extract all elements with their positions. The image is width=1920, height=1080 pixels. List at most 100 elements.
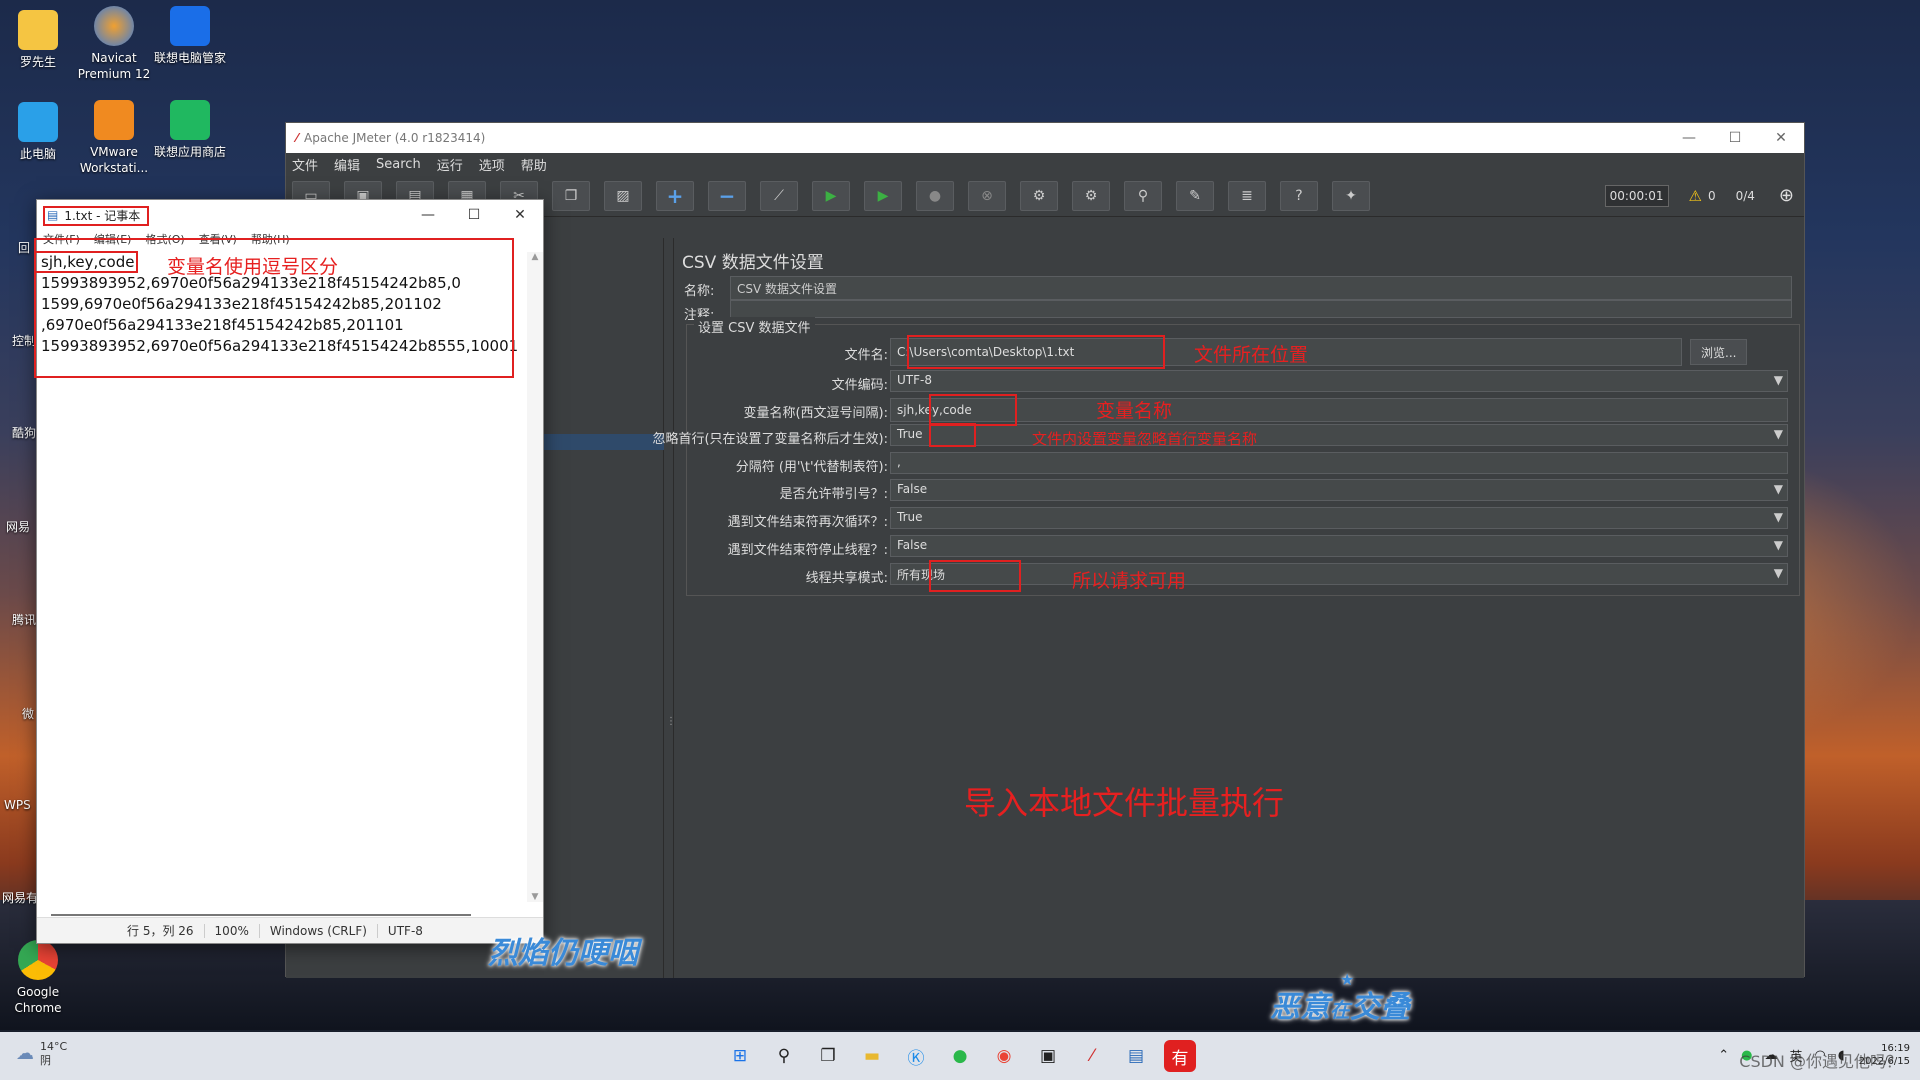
wechat-icon[interactable]: ● (944, 1040, 976, 1072)
chevron-down-icon[interactable]: ▼ (1774, 373, 1783, 387)
name-label: 名称: (684, 284, 715, 299)
taskbar: ☁ 14°C 阴 ⊞ ⚲ ❐ ▬ Ⓚ ● ◉ ▣ ⁄ ▤ 有 ⌃ ● ☁ 英 ◠… (0, 1032, 1920, 1080)
delimiter-label: 分隔符 (用'\t'代替制表符): (735, 460, 888, 475)
highlight-notepad-title (43, 206, 149, 226)
annotation-share-mode: 所以请求可用 (1072, 570, 1187, 592)
file-explorer-icon[interactable]: ▬ (856, 1040, 888, 1072)
menu-edit[interactable]: 编辑 (334, 155, 360, 174)
highlight-sharing-mode (929, 560, 1021, 592)
desktop-icon-label: 联想应用商店 (153, 145, 226, 159)
task-view-icon[interactable]: ❐ (812, 1040, 844, 1072)
start-no-pause-icon[interactable]: ▶ (864, 180, 902, 211)
menu-help[interactable]: 帮助 (521, 155, 547, 174)
filename-label: 文件名: (844, 348, 888, 363)
annotation-file-location: 文件所在位置 (1194, 344, 1309, 366)
menu-file[interactable]: 文件 (292, 155, 318, 174)
start-icon[interactable]: ▶ (812, 180, 850, 211)
windows-start-icon[interactable]: ⊞ (724, 1040, 756, 1072)
collapse-icon[interactable]: − (708, 180, 746, 211)
netease-icon[interactable]: 有 (1164, 1040, 1196, 1072)
varnames-input[interactable]: sjh,key,code (890, 398, 1788, 422)
globe-icon[interactable]: ⊕ (1779, 185, 1794, 206)
toggle-icon[interactable]: ⟋ (760, 180, 798, 211)
desktop-icon-vmware[interactable]: VMware Workstati... (76, 100, 152, 176)
chevron-down-icon[interactable]: ▼ (1774, 538, 1783, 552)
desktop-icon-navicat[interactable]: Navicat Premium 12 (76, 6, 152, 82)
close-icon[interactable]: ✕ (1758, 130, 1804, 146)
horizontal-scrollbar[interactable] (51, 914, 471, 916)
desktop-icon-label: Google Chrome (14, 985, 62, 1015)
clear-icon[interactable]: ⚙ (1020, 180, 1058, 211)
allow-quoted-value: False (897, 482, 928, 496)
taskbar-apps: ⊞ ⚲ ❐ ▬ Ⓚ ● ◉ ▣ ⁄ ▤ 有 (724, 1040, 1208, 1072)
jmeter-titlebar[interactable]: ⁄ Apache JMeter (4.0 r1823414) — ☐ ✕ (286, 123, 1804, 153)
stop-eof-select[interactable]: False ▼ (890, 535, 1788, 557)
weather-widget[interactable]: ☁ 14°C 阴 (16, 1040, 67, 1068)
vertical-scrollbar[interactable]: ▲ ▼ (527, 252, 543, 902)
chevron-up-icon[interactable]: ⌃ (1718, 1048, 1729, 1063)
ignore-first-select[interactable]: True ▼ (890, 424, 1788, 446)
stop-eof-value: False (897, 538, 928, 552)
jmeter-menubar: 文件 编辑 Search 运行 选项 帮助 (286, 153, 1804, 175)
desktop-icon-this-pc[interactable]: 此电脑 (0, 102, 76, 162)
browse-button[interactable]: 浏览... (1690, 339, 1748, 365)
help-icon[interactable]: ? (1280, 180, 1318, 211)
desktop-icon-chrome[interactable]: Google Chrome (0, 940, 76, 1016)
elapsed-timer: 00:00:01 (1604, 184, 1669, 207)
notepad-icon[interactable]: ▤ (1120, 1040, 1152, 1072)
chrome-icon[interactable]: ◉ (988, 1040, 1020, 1072)
annotation-var-name: 变量名称 (1096, 400, 1173, 422)
delimiter-input[interactable]: , (890, 452, 1788, 474)
comment-input[interactable] (730, 300, 1792, 318)
clear-all-icon[interactable]: ⚙ (1072, 180, 1110, 211)
chrome-icon (18, 940, 58, 980)
desktop-icon-lenovo-manager[interactable]: 联想电脑管家 (152, 6, 228, 66)
chevron-down-icon[interactable]: ▼ (1774, 482, 1783, 496)
watermark-left: 烈焰仍哽咽 (488, 936, 638, 971)
stop-icon[interactable]: ● (916, 180, 954, 211)
csv-config-panel: CSV 数据文件设置 名称: CSV 数据文件设置 注释: 设置 CSV 数据文… (652, 238, 1804, 978)
jmeter-title: Apache JMeter (4.0 r1823414) (304, 131, 486, 145)
menu-options[interactable]: 选项 (479, 155, 505, 174)
paste-icon[interactable]: ▨ (604, 180, 642, 211)
navicat-icon (94, 6, 134, 46)
search-icon[interactable]: ⚲ (1124, 180, 1162, 211)
sharing-mode-select[interactable]: 所有现场 ▼ (890, 563, 1788, 585)
recycle-eof-select[interactable]: True ▼ (890, 507, 1788, 529)
close-icon[interactable]: ✕ (497, 207, 543, 223)
reset-search-icon[interactable]: ✎ (1176, 180, 1214, 211)
maximize-icon[interactable]: ☐ (1712, 130, 1758, 146)
warning-icon[interactable]: ⚠ (1689, 187, 1702, 205)
menu-search[interactable]: Search (376, 157, 421, 172)
maximize-icon[interactable]: ☐ (451, 207, 497, 223)
desktop-icon-label: Navicat Premium 12 (77, 51, 151, 81)
terminal-icon[interactable]: ▣ (1032, 1040, 1064, 1072)
highlight-ignore-first (929, 423, 976, 447)
line-ending: Windows (CRLF) (258, 923, 377, 938)
desktop-icon-lenovo-store[interactable]: 联想应用商店 (152, 100, 228, 160)
chevron-down-icon[interactable]: ▼ (1774, 566, 1783, 580)
store-icon (170, 100, 210, 140)
shutdown-icon[interactable]: ⊗ (968, 180, 1006, 211)
copy-icon[interactable]: ❐ (552, 180, 590, 211)
chevron-down-icon[interactable]: ▼ (1774, 510, 1783, 524)
chevron-down-icon[interactable]: ▼ (1774, 427, 1783, 441)
watermark-right: 恶意在交叠 ★ (1270, 970, 1410, 1026)
function-helper-icon[interactable]: ≣ (1228, 180, 1266, 211)
allow-quoted-select[interactable]: False ▼ (890, 479, 1788, 501)
minimize-icon[interactable]: — (1666, 130, 1712, 146)
search-icon[interactable]: ⚲ (768, 1040, 800, 1072)
expand-icon[interactable]: + (656, 180, 694, 211)
kugou-icon[interactable]: Ⓚ (900, 1040, 932, 1072)
remote-icon[interactable]: ✦ (1332, 180, 1370, 211)
jmeter-feather-icon[interactable]: ⁄ (1076, 1040, 1108, 1072)
encoding-select[interactable]: UTF-8 ▼ (890, 370, 1788, 392)
allow-quoted-label: 是否允许带引号？: (779, 487, 888, 502)
minimize-icon[interactable]: — (405, 207, 451, 223)
csdn-watermark: CSDN @你遇见他吗？ (1739, 1052, 1902, 1071)
desktop-icon-folder[interactable]: 罗先生 (0, 10, 76, 70)
watermark-part: 在 (1330, 998, 1350, 1022)
menu-run[interactable]: 运行 (437, 155, 463, 174)
name-input[interactable]: CSV 数据文件设置 (730, 276, 1792, 300)
notepad-statusbar: 行 5，列 26 100% Windows (CRLF) UTF-8 (37, 917, 543, 943)
